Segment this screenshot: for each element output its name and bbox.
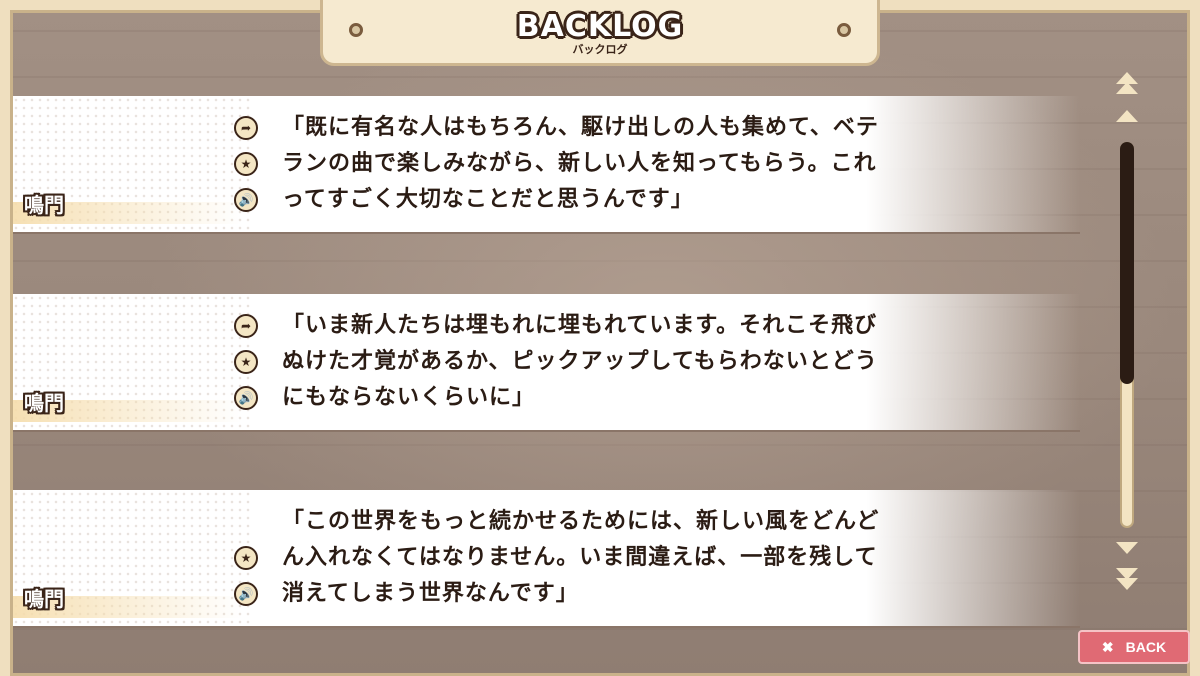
dialogue-line: ってすごく大切なことだと思うんです」 bbox=[282, 187, 694, 212]
speaker-voice-icon[interactable]: 🔊 bbox=[234, 582, 258, 606]
entry-actions: ➦ ★ 🔊 bbox=[234, 116, 260, 224]
back-button-label: BACK bbox=[1125, 639, 1167, 655]
scroll-bottom-icon-second[interactable] bbox=[1116, 578, 1138, 590]
jump-arrow-icon[interactable]: ➦ bbox=[234, 116, 258, 140]
scrollbar[interactable] bbox=[1114, 70, 1140, 600]
dialogue-text: 「いま新人たちは埋もれに埋もれています。それこそ飛び ぬけた才覚があるか、ピック… bbox=[282, 308, 932, 416]
dialogue-line: にもならないくらいに」 bbox=[282, 385, 536, 410]
speaker-name: 鳴門 bbox=[24, 587, 64, 611]
jump-arrow-icon[interactable]: ➦ bbox=[234, 314, 258, 338]
speaker-name: 鳴門 bbox=[24, 193, 64, 217]
backlog-entry: 鳴門 ➦ ★ 🔊 「既に有名な人はもちろん、駆け出しの人も集めて、ベテ ランの曲… bbox=[12, 96, 1080, 234]
star-icon[interactable]: ★ bbox=[234, 152, 258, 176]
dialogue-line: ぬけた才覚があるか、ピックアップしてもらわないとどう bbox=[282, 349, 878, 374]
star-icon[interactable]: ★ bbox=[234, 350, 258, 374]
page-subtitle: バックログ bbox=[572, 43, 628, 56]
page-title: BACKLOG bbox=[516, 9, 684, 44]
close-icon: ✖ bbox=[1101, 638, 1114, 655]
back-button[interactable]: ✖ BACK bbox=[1078, 630, 1190, 664]
entry-actions: ➦ ★ 🔊 bbox=[234, 314, 260, 422]
dialogue-text: 「この世界をもっと続かせるためには、新しい風をどんど ん入れなくてはなりません。… bbox=[282, 504, 932, 612]
scroll-top-icon-second[interactable] bbox=[1116, 82, 1138, 94]
star-icon[interactable]: ★ bbox=[234, 546, 258, 570]
dialogue-text: 「既に有名な人はもちろん、駆け出しの人も集めて、ベテ ランの曲で楽しみながら、新… bbox=[282, 110, 932, 218]
dialogue-line: ランの曲で楽しみながら、新しい人を知ってもらう。これ bbox=[282, 151, 877, 176]
dialogue-line: 「既に有名な人はもちろん、駆け出しの人も集めて、ベテ bbox=[282, 115, 879, 140]
speaker-name: 鳴門 bbox=[24, 391, 64, 415]
speaker-voice-icon[interactable]: 🔊 bbox=[234, 386, 258, 410]
entry-actions: ★ 🔊 bbox=[234, 510, 260, 618]
scroll-down-icon[interactable] bbox=[1116, 542, 1138, 554]
scroll-up-icon[interactable] bbox=[1116, 110, 1138, 122]
scroll-thumb[interactable] bbox=[1120, 142, 1134, 384]
dialogue-line: 「この世界をもっと続かせるためには、新しい風をどんど bbox=[282, 509, 880, 534]
dialogue-line: ん入れなくてはなりません。いま間違えば、一部を残して bbox=[282, 545, 878, 570]
dialogue-line: 消えてしまう世界なんです」 bbox=[282, 581, 579, 606]
backlog-entry: 鳴門 ➦ ★ 🔊 「いま新人たちは埋もれに埋もれています。それこそ飛び ぬけた才… bbox=[12, 294, 1080, 432]
dialogue-line: 「いま新人たちは埋もれに埋もれています。それこそ飛び bbox=[282, 313, 878, 338]
backlog-entry: 鳴門 ★ 🔊 「この世界をもっと続かせるためには、新しい風をどんど ん入れなくて… bbox=[12, 490, 1080, 628]
title-plate: BACKLOG バックログ bbox=[320, 0, 880, 66]
speaker-voice-icon[interactable]: 🔊 bbox=[234, 188, 258, 212]
